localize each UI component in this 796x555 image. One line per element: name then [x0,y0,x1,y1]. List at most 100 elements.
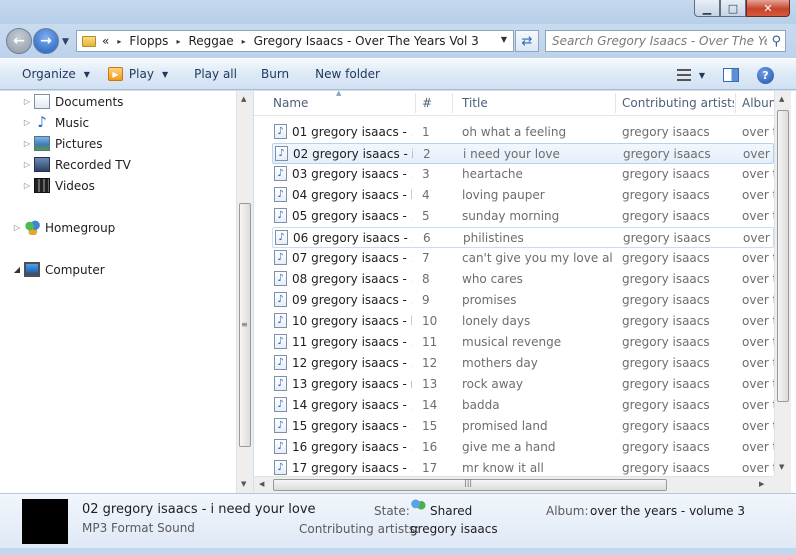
breadcrumb-item[interactable]: Flopps [129,34,168,48]
refresh-button[interactable]: ⇄ [515,30,539,52]
nav-item-homegroup[interactable]: ▷ Homegroup [10,218,115,237]
scroll-down-icon[interactable]: ▼ [241,480,246,488]
nav-item-computer[interactable]: ◢ Computer [10,260,105,279]
expand-icon[interactable]: ▷ [20,139,34,148]
nav-item-recorded-tv[interactable]: ▷ Recorded TV [20,155,131,174]
file-row[interactable]: ♪ 02 gregory isaacs - i... 2 i need your lo… [272,143,775,164]
file-row[interactable]: ♪ 15 gregory isaacs - ... 15 promised land g… [272,416,774,437]
column-divider[interactable] [452,93,453,113]
file-row[interactable]: ♪ 16 gregory isaacs - ... 16 give me a hand… [272,437,774,458]
column-contributing-artists[interactable]: Contributing artists [622,96,734,110]
breadcrumb-overflow[interactable]: « [102,34,109,48]
file-list-vertical-scrollbar[interactable]: ▲ ▼ [774,91,791,476]
file-list-horizontal-scrollbar[interactable]: ◀ ||| ▶ [254,476,774,493]
column-name[interactable]: Name [273,96,308,110]
change-view-icon[interactable] [676,69,691,81]
track-title: promised land [462,419,548,433]
track-title: musical revenge [462,335,562,349]
recent-pages-dropdown-icon[interactable]: ▼ [62,37,69,47]
scroll-up-icon[interactable]: ▲ [779,95,784,103]
file-row[interactable]: ♪ 06 gregory isaacs - ... 6 philistines greg… [272,227,775,248]
column-divider[interactable] [735,93,736,113]
search-icon[interactable]: ⚲ [771,34,781,49]
track-number: 14 [422,398,438,412]
organize-button[interactable]: Organize ▼ [13,62,99,86]
minimize-button[interactable]: ▁ [694,0,720,17]
expand-icon[interactable]: ▷ [10,223,24,232]
file-row[interactable]: ♪ 12 gregory isaacs - ... 12 mothers day gre… [272,353,774,374]
shared-icon [410,499,426,513]
column-album[interactable]: Album [742,96,774,110]
file-row[interactable]: ♪ 13 gregory isaacs - r... 13 rock away greg… [272,374,774,395]
navigation-scrollbar[interactable]: ▲ ≡ ▼ [236,91,253,493]
collapse-icon[interactable]: ◢ [10,265,24,274]
scroll-thumb[interactable] [777,110,789,402]
breadcrumb-separator-icon[interactable]: ▸ [117,37,121,46]
address-bar[interactable]: « ▸ Flopps ▸ Reggae ▸ Gregory Isaacs - Over T… [76,30,514,52]
breadcrumb-separator-icon[interactable]: ▸ [242,37,246,46]
file-row[interactable]: ♪ 11 gregory isaacs - ... 11 musical reveng… [272,332,774,353]
scroll-down-icon[interactable]: ▼ [779,463,784,471]
address-dropdown-icon[interactable]: ▼ [501,35,507,44]
column-number[interactable]: # [422,96,432,110]
expand-icon[interactable]: ▷ [20,97,34,106]
file-row[interactable]: ♪ 01 gregory isaacs - ... 1 oh what a feeli… [272,122,774,143]
window-bottom-border [0,548,796,555]
forward-button[interactable]: → [33,28,59,54]
album: over t [742,272,774,286]
nav-item-pictures[interactable]: ▷ Pictures [20,134,103,153]
file-name: 11 gregory isaacs - ... [292,335,412,349]
file-row[interactable]: ♪ 14 gregory isaacs - ... 14 badda gregory i… [272,395,774,416]
state-value[interactable]: Shared [430,504,472,518]
search-input[interactable] [552,34,767,48]
album: over t [742,335,774,349]
preview-pane-icon[interactable] [723,68,739,82]
breadcrumb-item[interactable]: Gregory Isaacs - Over The Years Vol 3 [254,34,479,48]
help-icon[interactable]: ? [757,66,774,84]
file-row[interactable]: ♪ 09 gregory isaacs - ... 9 promises gregory… [272,290,774,311]
grip-icon: ||| [464,478,473,487]
forward-arrow-icon: → [40,33,52,49]
grip-icon: ≡ [241,320,248,329]
expand-icon[interactable]: ▷ [20,160,34,169]
column-title[interactable]: Title [462,96,488,110]
file-row[interactable]: ♪ 10 gregory isaacs - l... 10 lonely days gr… [272,311,774,332]
scroll-right-icon[interactable]: ▶ [759,480,764,488]
file-name: 15 gregory isaacs - ... [292,419,412,433]
file-row[interactable]: ♪ 05 gregory isaacs - ... 5 sunday morning g… [272,206,774,227]
file-row[interactable]: ♪ 08 gregory isaacs - ... 8 who cares gregor… [272,269,774,290]
scroll-left-icon[interactable]: ◀ [259,480,264,488]
new-folder-button[interactable]: New folder [306,62,389,86]
audio-file-icon: ♪ [274,355,287,370]
file-row[interactable]: ♪ 03 gregory isaacs - ... 3 heartache gregor… [272,164,774,185]
column-header: Name ▲ # Title Contributing artists Albu… [254,89,774,116]
file-row[interactable]: ♪ 04 gregory isaacs - l... 4 loving pauper g… [272,185,774,206]
column-divider[interactable] [415,93,416,113]
play-button[interactable]: ▶ Play ▼ [99,62,177,86]
breadcrumb-separator-icon[interactable]: ▸ [176,37,180,46]
burn-button[interactable]: Burn [252,62,298,86]
play-all-button[interactable]: Play all [185,62,246,86]
track-title: rock away [462,377,523,391]
nav-item-videos[interactable]: ▷ Videos [20,176,95,195]
breadcrumb-item[interactable]: Reggae [188,34,233,48]
file-row[interactable]: ♪ 07 gregory isaacs - ... 7 can't give you … [272,248,774,269]
chevron-down-icon: ▼ [161,69,169,79]
contributing-artists-value[interactable]: gregory isaacs [410,522,498,536]
nav-item-music[interactable]: ▷ ♪ Music [20,113,89,132]
close-button[interactable]: ✕ [746,0,790,17]
column-divider[interactable] [615,93,616,113]
views-dropdown-icon[interactable]: ▼ [699,71,705,80]
navigation-pane: ▷ Documents ▷ ♪ Music ▷ Pictures ▷ Recor… [0,91,253,493]
track-number: 3 [422,167,430,181]
contributing-artist: gregory isaacs [622,167,710,181]
expand-icon[interactable]: ▷ [20,181,34,190]
album-value[interactable]: over the years - volume 3 [590,504,745,518]
scroll-up-icon[interactable]: ▲ [241,95,246,103]
maximize-button[interactable]: □ [720,0,746,17]
expand-icon[interactable]: ▷ [20,118,34,127]
back-button[interactable]: ← [6,28,32,54]
nav-item-documents[interactable]: ▷ Documents [20,92,123,111]
state-label: State: [374,504,410,518]
contributing-artist: gregory isaacs [622,293,710,307]
